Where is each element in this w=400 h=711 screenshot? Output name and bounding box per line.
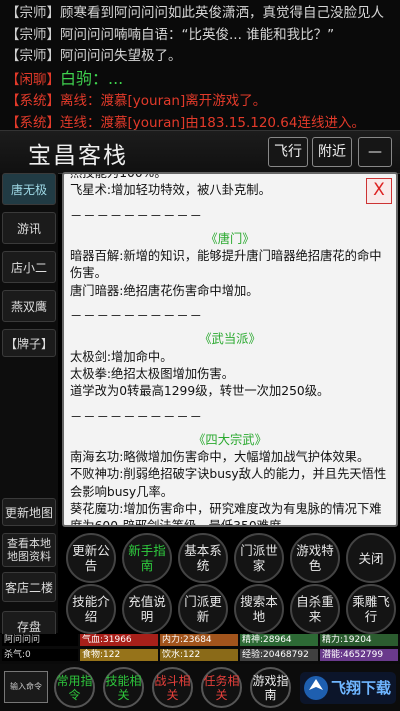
chat-channel-tag: 【宗师】 bbox=[6, 5, 60, 21]
stat-yinshui: 饮水:122 bbox=[160, 649, 238, 661]
menu-button[interactable]: 技能介绍 bbox=[66, 584, 116, 634]
bottom-toolbar: 输入命令 飞翔下载 常用指令 技能相关 战斗相关 任务相关 游戏指南 bbox=[0, 664, 400, 711]
bottom-button[interactable]: 战斗相关 bbox=[152, 667, 193, 708]
menu-button[interactable]: 搜索本地 bbox=[234, 584, 284, 634]
bottom-button[interactable]: 游戏指南 bbox=[250, 667, 291, 708]
separator: －－－－－－－－－－ bbox=[70, 309, 203, 324]
bottom-button[interactable]: 任务相关 bbox=[201, 667, 242, 708]
bottom-button[interactable]: 技能相关 bbox=[103, 667, 144, 708]
chat-line: 【宗师】阿问问问喃喃自语：“比英俊... 谁能和我比？” bbox=[6, 25, 394, 47]
section-heading: 《唐门》 bbox=[205, 231, 255, 246]
chat-channel-tag: 【宗师】 bbox=[6, 26, 60, 43]
chat-message: 阿问问问失望极了。 bbox=[60, 48, 182, 64]
chat-channel-tag: 【宗师】 bbox=[6, 48, 60, 64]
menu-button[interactable]: — bbox=[358, 137, 392, 167]
sidebar-item[interactable]: 更新地图 bbox=[2, 498, 56, 526]
menu-button[interactable]: 关闭 bbox=[346, 533, 396, 583]
content-line: 南海玄功:略微增加伤害命中，大幅增加战气护体效果。 bbox=[70, 450, 370, 465]
content-line: 太极剑:增加命中。 bbox=[70, 349, 173, 364]
stat-qixue: 气血:31966 bbox=[80, 634, 158, 646]
status-bar: 阿问问问 气血:31966 内力:23684 精神:28964 精力:19204 杀气:0… bbox=[0, 634, 400, 664]
content-line: 暗器百解:新增的知识，能够提升唐门暗器绝招唐花的命中伤害。 bbox=[70, 249, 382, 281]
sidebar-item[interactable]: 游讯 bbox=[2, 212, 56, 244]
chat-message: 连线：渡慕[youran]由183.15.120.64连线进入。 bbox=[60, 114, 365, 131]
watermark-text: 飞翔下载 bbox=[331, 679, 391, 697]
chat-line: 【宗师】阿问问问失望极了。 bbox=[6, 46, 394, 68]
sidebar-item[interactable]: 客店二楼 bbox=[2, 572, 56, 602]
menu-button[interactable]: 充值说明 bbox=[122, 584, 172, 634]
chat-line: 【闲聊】白驹：... bbox=[6, 68, 394, 92]
title-bar: 宝昌客栈 飞行 附近 — bbox=[0, 130, 400, 174]
watermark-logo: 飞翔下载 bbox=[300, 672, 396, 704]
chat-panel: 【宗师】顾寒看到阿问问问如此英俊潇洒，真觉得自己没脸见人 【宗师】阿问问问喃喃自语… bbox=[0, 0, 400, 131]
input-command-button[interactable]: 输入命令 bbox=[4, 671, 48, 703]
stat-shaqi: 杀气:0 bbox=[2, 649, 78, 661]
close-button[interactable]: X bbox=[366, 178, 392, 204]
chat-message: 阿问问问喃喃自语：“比英俊... 谁能和我比？” bbox=[60, 26, 335, 43]
bottom-button[interactable]: 常用指令 bbox=[54, 667, 95, 708]
content-line: 葵花魔功:增加伤害命中，研究难度改为有鬼脉的情况下难度为600-辟邪剑法等级，最… bbox=[70, 502, 382, 527]
sidebar: 唐无极 游讯 店小二 燕双鹰 【牌子】 更新地图 查看本地地图资料 客店二楼 存盘 bbox=[0, 173, 58, 641]
section-heading: 《四大宗武》 bbox=[193, 432, 267, 447]
chat-message: 顾寒看到阿问问问如此英俊潇洒，真觉得自己没脸见人 bbox=[60, 5, 384, 21]
menu-button[interactable]: 新手指南 bbox=[122, 533, 172, 583]
sidebar-item[interactable]: 燕双鹰 bbox=[2, 290, 56, 322]
chat-message: 白驹：... bbox=[60, 68, 124, 88]
content-line: 太极拳:绝招太极图增加伤害。 bbox=[70, 366, 235, 381]
chat-line: 【宗师】顾寒看到阿问问问如此英俊潇洒，真觉得自己没脸见人 bbox=[6, 3, 394, 25]
menu-button[interactable]: 更新公告 bbox=[66, 533, 116, 583]
sidebar-item[interactable]: 店小二 bbox=[2, 251, 56, 283]
chat-message: 离线：渡慕[youran]离开游戏了。 bbox=[60, 93, 267, 109]
stat-name: 阿问问问 bbox=[2, 634, 78, 646]
content-line: 唐门暗器:绝招唐花伤害命中增加。 bbox=[70, 283, 259, 298]
menu-button[interactable]: 门派世家 bbox=[234, 533, 284, 583]
stat-jingyan: 经验:20468792 bbox=[240, 649, 318, 661]
separator: －－－－－－－－－－ bbox=[70, 409, 203, 424]
chat-channel-tag: 【闲聊】 bbox=[6, 71, 60, 88]
stat-jingli: 精力:19204 bbox=[320, 634, 398, 646]
chat-channel-tag: 【系统】 bbox=[6, 93, 60, 109]
content-line: 不败神功:削弱绝招破字诀busy敌人的能力，并且先天悟性会影响busy几率。 bbox=[70, 467, 387, 499]
menu-button[interactable]: 游戏特色 bbox=[290, 533, 340, 583]
content-line: 飞星术:增加轻功特效，被八卦克制。 bbox=[70, 183, 271, 198]
stat-shiwu: 食物:122 bbox=[80, 649, 158, 661]
sidebar-item[interactable]: 查看本地地图资料 bbox=[2, 533, 56, 567]
stat-qianneng: 潜能:4652799 bbox=[320, 649, 398, 661]
nearby-button[interactable]: 附近 bbox=[312, 137, 352, 167]
menu-button[interactable]: 基本系统 bbox=[178, 533, 228, 583]
stat-jingshen: 精神:28964 bbox=[240, 634, 318, 646]
menu-button[interactable]: 自杀重来 bbox=[290, 584, 340, 634]
separator: －－－－－－－－－－ bbox=[70, 208, 203, 223]
location-title: 宝昌客栈 bbox=[28, 143, 128, 169]
chat-channel-tag: 【系统】 bbox=[6, 114, 60, 131]
fly-button[interactable]: 飞行 bbox=[268, 137, 308, 167]
section-heading: 《武当派》 bbox=[199, 332, 261, 347]
chat-line: 【系统】离线：渡慕[youran]离开游戏了。 bbox=[6, 91, 394, 113]
sidebar-item[interactable]: 【牌子】 bbox=[2, 329, 56, 357]
stat-neili: 内力:23684 bbox=[160, 634, 238, 646]
menu-button[interactable]: 乘雕飞行 bbox=[346, 584, 396, 634]
announcement-panel: X 然技能为100%。 飞星术:增加轻功特效，被八卦克制。 －－－－－－－－－－ 《唐… bbox=[62, 172, 398, 527]
sidebar-item[interactable]: 唐无极 bbox=[2, 173, 56, 205]
content-line: 道学改为0转最高1299级，转世一次加250级。 bbox=[70, 384, 330, 399]
content-line: 然技能为100%。 bbox=[70, 172, 167, 180]
menu-button[interactable]: 门派更新 bbox=[178, 584, 228, 634]
announcement-text: 然技能为100%。 飞星术:增加轻功特效，被八卦克制。 －－－－－－－－－－ 《唐门》… bbox=[64, 172, 396, 527]
